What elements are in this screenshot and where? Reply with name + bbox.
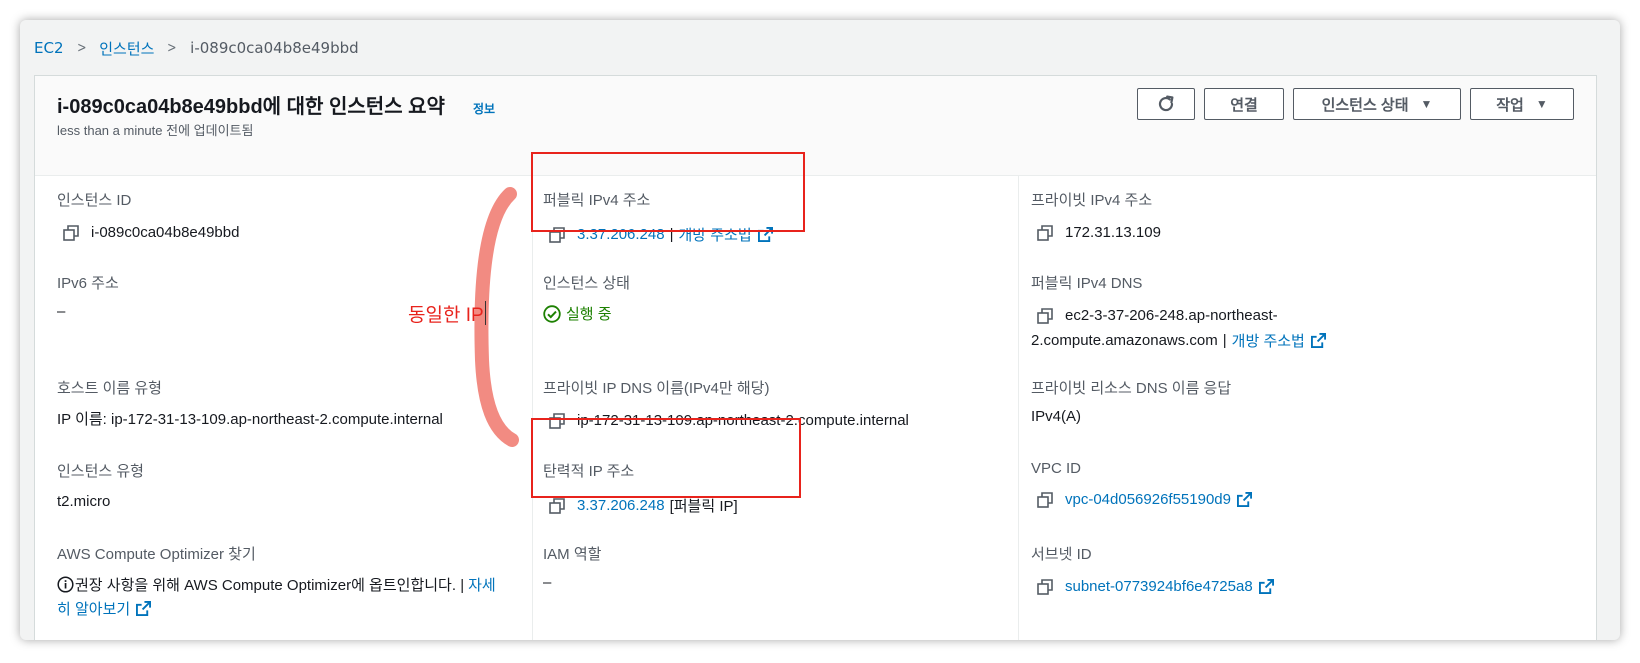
copy-icon[interactable] [1037, 307, 1053, 324]
panel-header: i-089c0ca04b8e49bbd에 대한 인스턴스 요약 정보 less … [35, 76, 1596, 176]
learn-more-link[interactable]: 자세 [468, 574, 496, 595]
copy-icon[interactable] [549, 497, 565, 514]
field-label: IAM 역할 [543, 546, 602, 563]
field-label: VPC ID [1031, 460, 1082, 477]
separator: | [1222, 332, 1227, 349]
check-circle-icon [543, 304, 561, 323]
field-instance-state: 인스턴스 상태 실행 중 [543, 272, 630, 324]
field-subnet-id: 서브넷 ID subnet-0773924bf6e4725a8 [1031, 543, 1274, 595]
info-circle-icon [57, 576, 74, 593]
instance-type-value: t2.micro [57, 493, 111, 510]
ipv6-value: – [57, 303, 66, 320]
learn-more-link-cont[interactable]: 히 알아보기 [57, 598, 130, 619]
breadcrumb-ec2[interactable]: EC2 [34, 39, 64, 57]
connect-label: 연결 [1230, 96, 1258, 114]
field-resource-dns: 프라이빗 리소스 DNS 이름 응답 IPv4(A) [1031, 377, 1231, 425]
column-1: 인스턴스 ID i-089c0ca04b8e49bbd IPv6 주소 – 호스… [35, 176, 533, 640]
public-dns-value-line2: 2.compute.amazonaws.com [1031, 332, 1218, 349]
annotation-box-elastic-ip [531, 418, 801, 498]
copy-icon[interactable] [63, 224, 79, 241]
field-label: AWS Compute Optimizer 찾기 [57, 546, 256, 563]
hostname-type-value: IP 이름: ip-172-31-13-109.ap-northeast-2.c… [57, 411, 443, 428]
connect-button[interactable]: 연결 [1204, 88, 1284, 120]
chevron-right-icon: > [76, 40, 87, 56]
elastic-ip-value[interactable]: 3.37.206.248 [577, 497, 665, 514]
field-label: 인스턴스 ID [57, 192, 132, 209]
field-instance-id: 인스턴스 ID i-089c0ca04b8e49bbd [57, 189, 239, 241]
column-2: 퍼블릭 IPv4 주소 3.37.206.248 | 개방 주소법 인스턴스 상… [533, 176, 1019, 640]
field-label: 호스트 이름 유형 [57, 380, 162, 397]
private-ipv4-value: 172.31.13.109 [1065, 224, 1161, 241]
annotation-box-public-ip [531, 152, 805, 232]
instance-state-value: 실행 중 [566, 306, 612, 323]
subnet-id-link[interactable]: subnet-0773924bf6e4725a8 [1065, 578, 1253, 595]
field-compute-optimizer: AWS Compute Optimizer 찾기 권장 사항을 위해 AWS C… [57, 543, 496, 619]
caret-down-icon: ▼ [1535, 97, 1548, 111]
chevron-right-icon: > [167, 40, 177, 56]
field-vpc-id: VPC ID vpc-04d056926f55190d9 [1031, 460, 1252, 508]
resource-dns-value: IPv4(A) [1031, 408, 1082, 425]
info-link[interactable]: 정보 [473, 100, 495, 117]
external-link-icon[interactable] [1236, 492, 1252, 507]
open-address-link[interactable]: 개방 주소법 [1232, 330, 1305, 351]
refresh-icon [1158, 95, 1174, 112]
refresh-button[interactable] [1137, 88, 1195, 120]
vpc-id-link[interactable]: vpc-04d056926f55190d9 [1065, 491, 1231, 508]
actions-label: 작업 [1496, 96, 1524, 114]
optimizer-text: 권장 사항을 위해 AWS Compute Optimizer에 옵트인합니다.… [75, 577, 465, 594]
breadcrumb-instances[interactable]: 인스턴스 [99, 38, 154, 59]
field-label: 인스턴스 유형 [57, 463, 144, 480]
field-iam-role: IAM 역할 – [543, 543, 601, 591]
field-hostname-type: 호스트 이름 유형 IP 이름: ip-172-31-13-109.ap-nor… [57, 377, 443, 429]
external-link-icon[interactable] [1310, 333, 1326, 348]
instance-state-dropdown[interactable]: 인스턴스 상태 ▼ [1293, 88, 1461, 120]
field-label: 프라이빗 리소스 DNS 이름 응답 [1031, 380, 1232, 397]
header-actions: 연결 인스턴스 상태 ▼ 작업 ▼ [1137, 88, 1574, 120]
field-private-ipv4: 프라이빗 IPv4 주소 172.31.13.109 [1031, 189, 1161, 241]
annotation-text: 동일한 IP [408, 305, 484, 326]
public-dns-value-line1: ec2-3-37-206-248.ap-northeast- [1065, 307, 1278, 324]
column-3: 프라이빗 IPv4 주소 172.31.13.109 퍼블릭 IPv4 DNS … [1019, 176, 1589, 640]
instance-state-label: 인스턴스 상태 [1321, 96, 1409, 114]
copy-icon[interactable] [1037, 224, 1053, 241]
console-window: EC2 > 인스턴스 > i-089c0ca04b8e49bbd i-089c0… [20, 20, 1620, 640]
field-public-dns: 퍼블릭 IPv4 DNS ec2-3-37-206-248.ap-northea… [1031, 272, 1326, 351]
field-label: IPv6 주소 [57, 275, 119, 292]
field-label: 프라이빗 IP DNS 이름(IPv4만 해당) [543, 380, 770, 397]
instance-summary-panel: i-089c0ca04b8e49bbd에 대한 인스턴스 요약 정보 less … [34, 75, 1597, 640]
instance-id-value: i-089c0ca04b8e49bbd [91, 224, 240, 241]
copy-icon[interactable] [1037, 491, 1053, 508]
field-ipv6: IPv6 주소 – [57, 272, 119, 320]
field-label: 인스턴스 상태 [543, 275, 630, 292]
external-link-icon[interactable] [1258, 579, 1274, 594]
breadcrumb-current: i-089c0ca04b8e49bbd [190, 39, 359, 57]
field-label: 서브넷 ID [1031, 546, 1092, 563]
field-label: 프라이빗 IPv4 주소 [1031, 192, 1153, 209]
actions-dropdown[interactable]: 작업 ▼ [1470, 88, 1574, 120]
breadcrumb: EC2 > 인스턴스 > i-089c0ca04b8e49bbd [34, 37, 359, 59]
page-title: i-089c0ca04b8e49bbd에 대한 인스턴스 요약 [57, 96, 445, 118]
caret-down-icon: ▼ [1420, 97, 1433, 111]
elastic-ip-suffix: [퍼블릭 IP] [669, 498, 738, 515]
field-label: 퍼블릭 IPv4 DNS [1031, 275, 1143, 292]
last-updated: less than a minute 전에 업데이트됨 [57, 123, 254, 138]
field-instance-type: 인스턴스 유형 t2.micro [57, 460, 144, 510]
iam-role-value: – [543, 574, 552, 591]
text-cursor [485, 301, 486, 325]
external-link-icon[interactable] [136, 601, 152, 616]
copy-icon[interactable] [1037, 578, 1053, 595]
